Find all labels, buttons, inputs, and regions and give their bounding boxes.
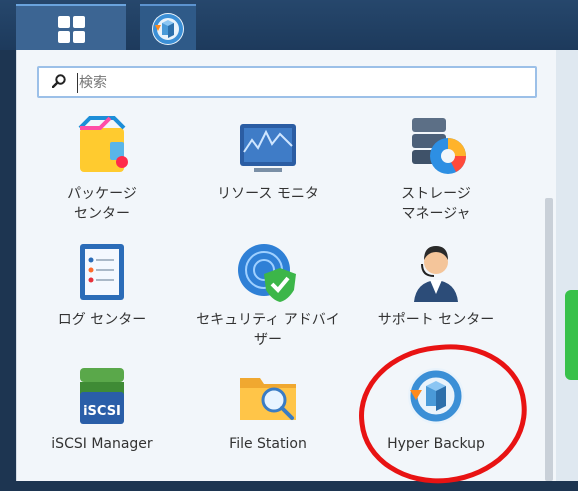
grid-icon bbox=[57, 15, 85, 43]
app-label: パッケージ センター bbox=[67, 186, 137, 222]
storage-manager-icon bbox=[404, 114, 468, 178]
app-label: iSCSI Manager bbox=[51, 436, 153, 452]
app-label: ログ センター bbox=[57, 312, 147, 328]
app-security-advisor[interactable]: セキュリティ アドバイ ザー bbox=[193, 240, 343, 350]
hyper-backup-icon bbox=[152, 13, 184, 45]
app-log-center[interactable]: ログ センター bbox=[27, 240, 177, 330]
log-center-icon bbox=[70, 240, 134, 304]
app-storage-manager[interactable]: ストレージ マネージャ bbox=[361, 114, 511, 224]
taskbar bbox=[0, 0, 578, 52]
annotation-circle bbox=[352, 336, 534, 491]
package-center-icon bbox=[70, 114, 134, 178]
app-package-center[interactable]: パッケージ センター bbox=[27, 114, 177, 224]
support-center-icon bbox=[404, 240, 468, 304]
iscsi-manager-icon: iSCSI bbox=[70, 364, 134, 428]
desktop-backdrop bbox=[555, 50, 578, 481]
app-label: File Station bbox=[229, 436, 307, 452]
app-label: ストレージ マネージャ bbox=[401, 186, 471, 222]
main-menu-button[interactable] bbox=[16, 4, 126, 52]
svg-text:iSCSI: iSCSI bbox=[83, 404, 121, 419]
scrollbar[interactable] bbox=[545, 198, 553, 481]
search-icon bbox=[52, 74, 66, 88]
file-station-icon bbox=[236, 364, 300, 428]
app-label: セキュリティ アドバイ ザー bbox=[196, 312, 340, 348]
app-file-station[interactable]: File Station bbox=[193, 364, 343, 454]
resource-monitor-icon bbox=[236, 114, 300, 178]
app-label: サポート センター bbox=[377, 312, 495, 328]
search-box[interactable] bbox=[37, 66, 537, 98]
main-menu-panel: パッケージ センター リソース モニタ ストレージ マネージャ bbox=[16, 50, 556, 491]
security-advisor-icon bbox=[236, 240, 300, 304]
desktop-widget bbox=[565, 290, 578, 380]
app-iscsi-manager[interactable]: iSCSI iSCSI Manager bbox=[27, 364, 177, 454]
taskbar-hyper-backup-button[interactable] bbox=[140, 4, 196, 52]
app-label: リソース モニタ bbox=[217, 186, 319, 202]
search-input[interactable] bbox=[79, 71, 519, 95]
text-caret bbox=[77, 73, 78, 93]
app-resource-monitor[interactable]: リソース モニタ bbox=[193, 114, 343, 204]
app-support-center[interactable]: サポート センター bbox=[361, 240, 511, 330]
